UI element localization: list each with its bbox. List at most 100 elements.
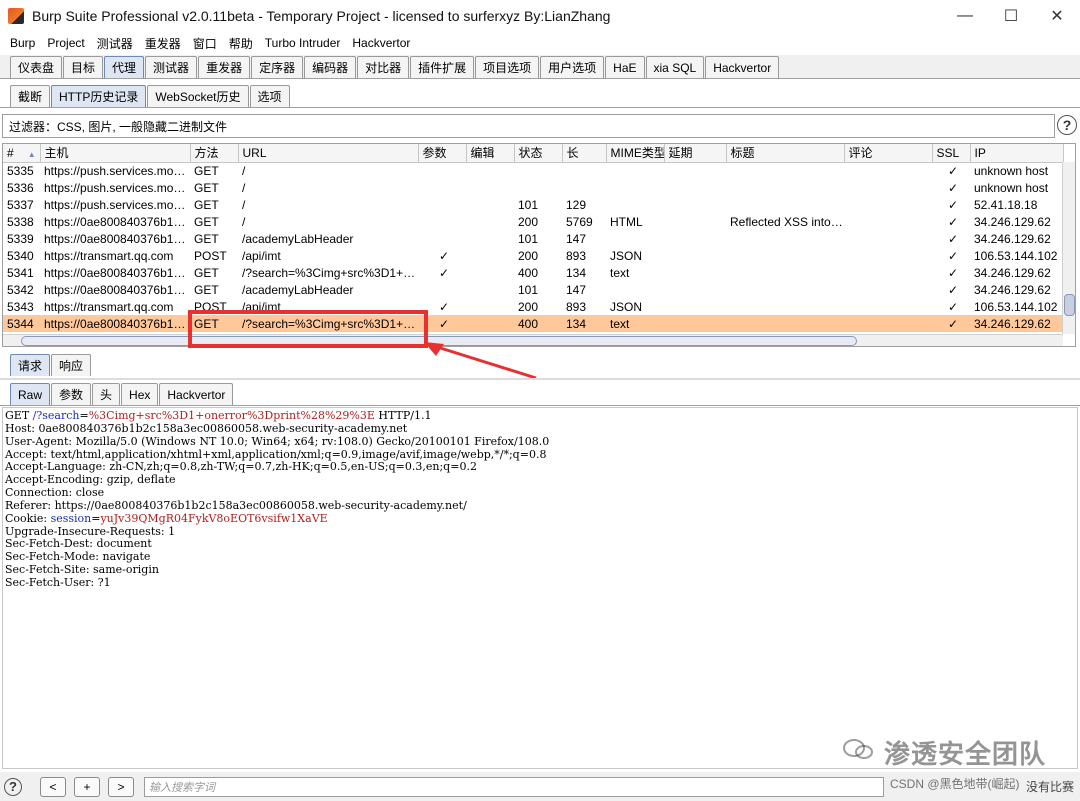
- cell-ip: 34.246.129.62: [974, 282, 1051, 297]
- menu-item-turbo-intruder[interactable]: Turbo Intruder: [259, 36, 347, 50]
- table-row[interactable]: 5337 https://push.services.mozi... GET / 101…: [3, 196, 1063, 213]
- cell-edited: [466, 298, 514, 315]
- table-row[interactable]: 5344 https://0ae800840376b1b2... GET/?sear…: [3, 315, 1063, 332]
- match-count: 没有比赛: [1025, 780, 1074, 794]
- column-header[interactable]: 长: [562, 144, 607, 163]
- tab-目标[interactable]: 目标: [63, 56, 104, 78]
- cell-status: [514, 179, 562, 196]
- column-header[interactable]: # ▲: [3, 144, 41, 163]
- column-header-label: 评论: [848, 146, 873, 161]
- column-header[interactable]: MIME类型: [606, 144, 665, 163]
- view-tab-raw[interactable]: Raw: [10, 383, 51, 405]
- menu-item-测试器[interactable]: 测试器: [91, 35, 139, 52]
- close-button[interactable]: ✕: [1034, 0, 1080, 32]
- subtab-http历史记录[interactable]: HTTP历史记录: [51, 85, 147, 107]
- column-header[interactable]: SSL: [932, 144, 971, 163]
- column-header[interactable]: 评论: [844, 144, 933, 163]
- cell-length: 134: [562, 315, 606, 332]
- message-tab-响应[interactable]: 响应: [51, 354, 92, 376]
- cell-edited: [466, 179, 514, 196]
- cell-host: https://transmart.qq.com: [44, 299, 174, 314]
- view-tab-头[interactable]: 头: [92, 383, 121, 405]
- main-tab-bar: 仪表盘 目标 代理 测试器 重发器 定序器 编码器 对比器 插件扩展 项目选项 用户选项 HaE xia…: [0, 55, 1080, 79]
- previous-match-button[interactable]: <: [40, 776, 66, 797]
- request-line: Accept-Encoding: gzip, deflate: [5, 473, 1077, 487]
- column-header[interactable]: 编辑: [466, 144, 515, 163]
- request-text: Upgrade-Insecure-Requests: 1: [5, 524, 176, 538]
- subtab-截断[interactable]: 截断: [10, 85, 51, 107]
- cell-title: [726, 264, 844, 281]
- table-row[interactable]: 5339 https://0ae800840376b1b2... GET/acade…: [3, 230, 1063, 247]
- cell-mime: HTML: [610, 214, 643, 229]
- tab-插件扩展[interactable]: 插件扩展: [410, 56, 475, 78]
- tab-用户选项[interactable]: 用户选项: [540, 56, 605, 78]
- subtab-websocket历史[interactable]: WebSocket历史: [147, 85, 249, 107]
- next-match-button[interactable]: >: [108, 776, 134, 797]
- table-row[interactable]: 5341 https://0ae800840376b1b2... GET /?sear…: [3, 264, 1063, 281]
- cell-title: Reflected XSS into ...: [730, 214, 844, 229]
- raw-request-editor[interactable]: GET /?search=%3Cimg+src%3D1+onerror%3Dpr…: [2, 407, 1078, 769]
- menu-item-burp[interactable]: Burp: [4, 36, 41, 50]
- table-row[interactable]: 5343 https://transmart.qq.com POST/api/imt…: [3, 298, 1063, 315]
- cell-status: 400: [514, 315, 562, 332]
- column-header[interactable]: 方法: [190, 144, 239, 163]
- column-header[interactable]: 标题: [726, 144, 845, 163]
- filter-bar[interactable]: 过滤器：CSS, 图片, 一般隐藏二进制文件: [2, 114, 1055, 138]
- vertical-scrollbar[interactable]: [1062, 162, 1075, 334]
- cell-id: 5336: [7, 180, 34, 195]
- table-row[interactable]: 5335 https://push.services.mozi... GET / ✓ un…: [3, 162, 1063, 179]
- tab-代理[interactable]: 代理: [104, 56, 145, 78]
- tab-xia-sql[interactable]: xia SQL: [645, 56, 705, 78]
- help-icon[interactable]: ?: [1057, 115, 1077, 135]
- subtab-选项[interactable]: 选项: [249, 85, 290, 107]
- cell-ext: [664, 264, 726, 281]
- column-header[interactable]: URL: [238, 144, 419, 163]
- search-help-icon[interactable]: ?: [4, 777, 22, 796]
- table-row[interactable]: 5342 https://0ae800840376b1b2... GET/acade…: [3, 281, 1063, 298]
- menu-item-窗口[interactable]: 窗口: [187, 35, 223, 52]
- message-tab-请求[interactable]: 请求: [10, 354, 51, 376]
- title-bar: Burp Suite Professional v2.0.11beta - Te…: [0, 0, 1080, 32]
- table-row[interactable]: 5338 https://0ae800840376b1b2... GET / 200 57…: [3, 213, 1063, 230]
- menu-item-帮助[interactable]: 帮助: [223, 35, 259, 52]
- tab-仪表盘[interactable]: 仪表盘: [10, 56, 63, 78]
- request-line: Upgrade-Insecure-Requests: 1: [5, 524, 1077, 539]
- cell-method: GET: [194, 197, 219, 212]
- http-history-table: # ▲ 主机 方法 URL 参数 编辑 状态长 MIME类型 延期 标题 评论 SSL IP 5335 ht…: [2, 143, 1076, 347]
- tab-重发器[interactable]: 重发器: [198, 56, 251, 78]
- menu-item-hackvertor[interactable]: Hackvertor: [346, 36, 416, 50]
- cell-title: [726, 298, 844, 315]
- column-header[interactable]: 主机: [40, 144, 191, 163]
- menu-item-重发器[interactable]: 重发器: [139, 35, 187, 52]
- tab-项目选项[interactable]: 项目选项: [475, 56, 540, 78]
- cell-ssl: ✓: [947, 299, 959, 314]
- tab-hae[interactable]: HaE: [605, 56, 645, 78]
- view-tab-参数[interactable]: 参数: [51, 383, 92, 405]
- column-header[interactable]: 延期: [664, 144, 727, 163]
- cell-ssl: ✓: [947, 180, 959, 195]
- vertical-scroll-thumb[interactable]: [1064, 294, 1075, 316]
- tab-对比器[interactable]: 对比器: [357, 56, 410, 78]
- menu-item-project[interactable]: Project: [41, 36, 90, 50]
- column-header[interactable]: 参数: [418, 144, 467, 163]
- tab-测试器[interactable]: 测试器: [145, 56, 198, 78]
- column-header[interactable]: IP: [970, 144, 1064, 163]
- cell-params: ✓: [438, 265, 450, 280]
- view-tab-hex[interactable]: Hex: [121, 383, 159, 405]
- tab-定序器[interactable]: 定序器: [251, 56, 304, 78]
- tab-编码器[interactable]: 编码器: [304, 56, 357, 78]
- cell-id: 5343: [7, 299, 34, 314]
- view-tab-hackvertor[interactable]: Hackvertor: [159, 383, 234, 405]
- cell-mime: text: [606, 315, 664, 332]
- column-header[interactable]: 状态: [514, 144, 563, 163]
- minimize-button[interactable]: —: [942, 0, 988, 32]
- search-options-button[interactable]: +: [74, 776, 100, 797]
- search-input[interactable]: 输入搜索字词: [144, 776, 884, 797]
- splitter[interactable]: [0, 378, 1080, 380]
- table-row[interactable]: 5340 https://transmart.qq.com POST/api/imt…: [3, 247, 1063, 264]
- maximize-button[interactable]: ☐: [988, 0, 1034, 32]
- request-text: Accept-Language: zh-CN,zh;q=0.8,zh-TW;q=…: [5, 460, 477, 474]
- cell-host: https://push.services.mozi...: [44, 163, 190, 178]
- table-row[interactable]: 5336 https://push.services.mozi... GET / ✓ un…: [3, 179, 1063, 196]
- tab-hackvertor[interactable]: Hackvertor: [705, 56, 780, 78]
